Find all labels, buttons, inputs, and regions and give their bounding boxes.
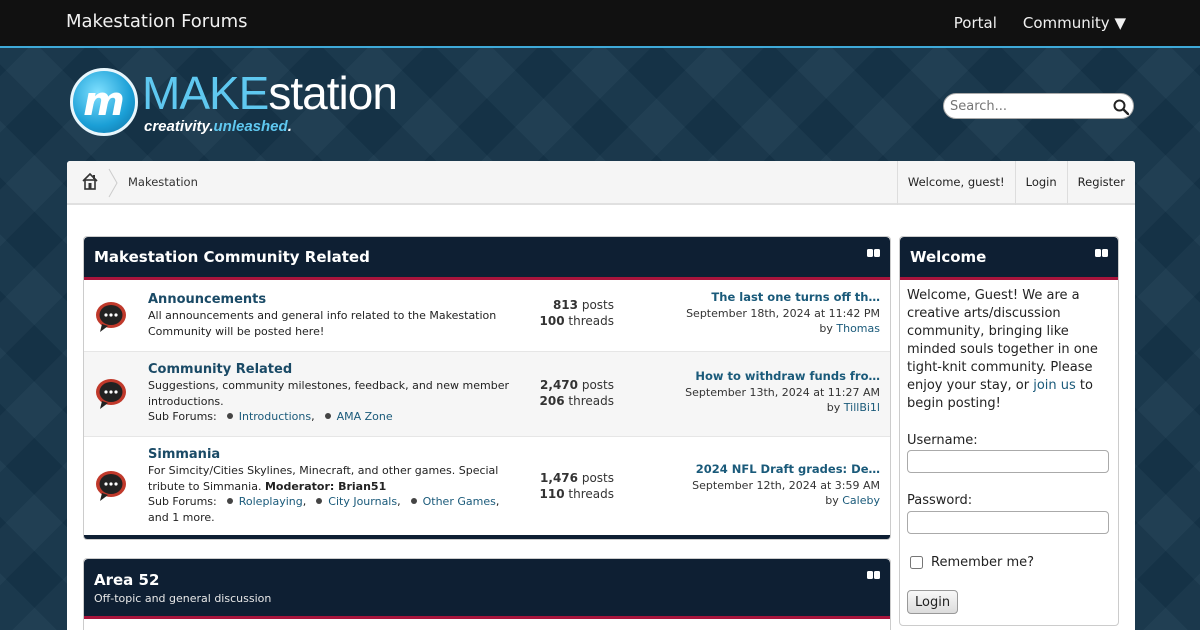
forum-chat-icon [96, 302, 126, 332]
subforum-link[interactable]: Roleplaying [239, 495, 303, 508]
subforums-more: and 1 more. [148, 510, 215, 524]
forum-stats: 1,476 posts 110 threads [539, 471, 614, 501]
welcome-sidebar: Welcome Welcome, Guest! We are a creativ… [899, 236, 1119, 626]
forum-row: Simmania For Simcity/Cities Skylines, Mi… [84, 437, 890, 537]
category-header: Area 52 Off-topic and general discussion [84, 559, 890, 619]
sidebar-title: Welcome [910, 248, 987, 266]
forum-description: Suggestions, community milestones, feedb… [148, 378, 518, 425]
collapse-icon[interactable] [867, 249, 880, 257]
forum-description: All announcements and general info relat… [148, 309, 497, 338]
register-link[interactable]: Register [1066, 161, 1135, 205]
last-post: How to withdraw funds fro… September 13t… [670, 369, 880, 416]
join-us-link[interactable]: join us [1033, 378, 1076, 393]
last-post-title-link[interactable]: The last one turns off th… [670, 290, 880, 306]
subforum-link[interactable]: City Journals [328, 495, 397, 508]
last-post-user-link[interactable]: TillBi1l [844, 401, 880, 414]
category-header: Makestation Community Related [84, 237, 890, 280]
login-link[interactable]: Login [1014, 161, 1067, 205]
site-brand-link[interactable]: Makestation Forums [66, 11, 248, 32]
forum-name-link[interactable]: Announcements [148, 292, 266, 307]
main-panel: Makestation Welcome, guest! Login Regist… [67, 161, 1135, 630]
category-box: Makestation Community Related Announceme… [83, 236, 891, 540]
remember-me: Remember me? [910, 555, 1034, 570]
logo-tagline: creativity.unleashed. [144, 118, 292, 135]
collapse-icon[interactable] [1095, 249, 1108, 257]
category-box: Area 52 Off-topic and general discussion [83, 558, 891, 630]
remember-me-label: Remember me? [931, 555, 1035, 570]
sidebar-header: Welcome [900, 237, 1118, 280]
welcome-guest-text: Welcome, guest! [896, 161, 1015, 205]
category-footer-bar [84, 535, 890, 539]
password-label: Password: [907, 493, 973, 508]
forum-stats: 813 posts 100 threads [539, 298, 614, 328]
last-post-date: September 12th, 2024 at 3:59 AM [692, 478, 880, 492]
nav-community-menu[interactable]: Community ▼ [1023, 14, 1126, 32]
logo-mark-icon: m [70, 68, 138, 136]
last-post-title-link[interactable]: 2024 NFL Draft grades: De… [670, 462, 880, 478]
remember-me-checkbox[interactable] [910, 556, 923, 569]
nav-portal-link[interactable]: Portal [954, 14, 997, 32]
subforums-list: Sub Forums: Roleplaying, City Journals, Oth… [148, 495, 500, 524]
login-button[interactable]: Login [907, 590, 959, 614]
welcome-text: Welcome, Guest! We are a creative arts/d… [907, 288, 1098, 411]
top-navbar: Makestation Forums Portal Community ▼ [0, 0, 1200, 48]
category-title[interactable]: Area 52 [94, 571, 159, 589]
breadcrumb-current[interactable]: Makestation [128, 175, 198, 189]
last-post-user-link[interactable]: Caleby [842, 494, 880, 507]
forum-chat-icon [96, 471, 126, 501]
last-post-date: September 13th, 2024 at 11:27 AM [685, 385, 880, 399]
home-icon[interactable] [81, 172, 99, 190]
top-nav: Portal Community ▼ [954, 14, 1126, 32]
last-post-user-link[interactable]: Thomas [836, 322, 880, 335]
site-logo[interactable]: m MAKEstation creativity.unleashed. [68, 66, 438, 140]
forum-stats: 2,470 posts 206 threads [539, 378, 614, 408]
collapse-icon[interactable] [867, 571, 880, 579]
username-label: Username: [907, 433, 978, 448]
forum-row: Community Related Suggestions, community… [84, 352, 890, 437]
subforums-list: Sub Forums: Introductions, AMA Zone [148, 410, 393, 423]
last-post-date: September 18th, 2024 at 11:42 PM [686, 306, 880, 320]
category-subtitle: Off-topic and general discussion [94, 592, 272, 605]
breadcrumb: Makestation Welcome, guest! Login Regist… [67, 161, 1135, 205]
last-post-title-link[interactable]: How to withdraw funds fro… [670, 369, 880, 385]
last-post: 2024 NFL Draft grades: De… September 12t… [670, 462, 880, 509]
forum-chat-icon [96, 379, 126, 409]
forum-row: Announcements All announcements and gene… [84, 283, 890, 352]
forum-description: For Simcity/Cities Skylines, Minecraft, … [148, 463, 518, 525]
subforum-link[interactable]: Other Games [423, 495, 496, 508]
search-box [943, 93, 1134, 119]
category-title[interactable]: Makestation Community Related [94, 248, 370, 266]
search-input[interactable] [950, 97, 1110, 115]
breadcrumb-separator-icon [108, 168, 118, 198]
subforum-link[interactable]: Introductions [239, 410, 311, 423]
password-field[interactable] [907, 511, 1109, 534]
username-field[interactable] [907, 450, 1109, 473]
forum-moderator: Moderator: Brian51 [264, 479, 387, 493]
search-icon[interactable] [1113, 99, 1129, 115]
logo-wordmark: MAKEstation [142, 67, 398, 119]
auth-links: Welcome, guest! Login Register [896, 161, 1135, 205]
forum-name-link[interactable]: Simmania [148, 447, 220, 462]
last-post: The last one turns off th… September 18t… [670, 290, 880, 337]
subforum-link[interactable]: AMA Zone [337, 410, 393, 423]
forum-name-link[interactable]: Community Related [148, 362, 292, 377]
